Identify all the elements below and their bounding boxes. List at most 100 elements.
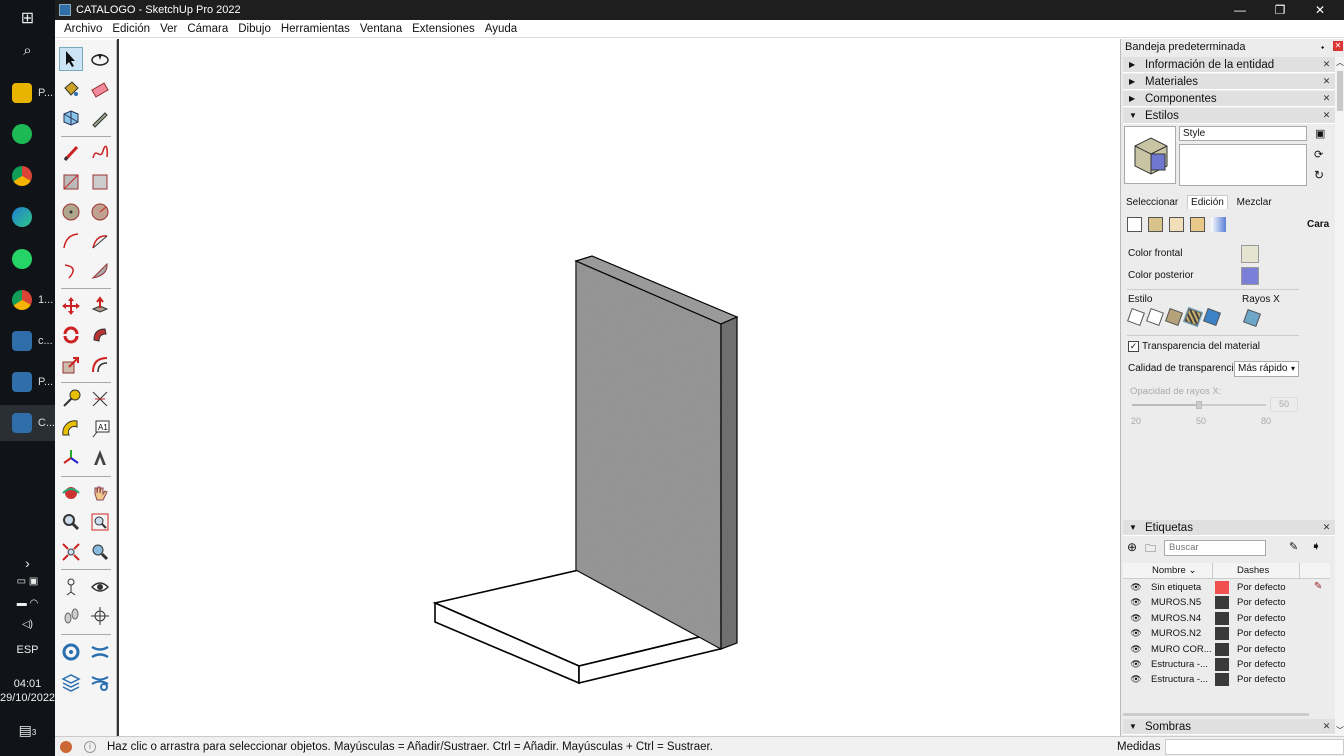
section-shadows[interactable]: ▼ Sombras ✕ (1123, 719, 1335, 735)
refresh-icon[interactable]: ↻ (1314, 168, 1324, 182)
tray-close-icon[interactable]: ✕ (1333, 41, 1343, 51)
line-tool-icon[interactable] (59, 141, 83, 165)
windows-start-icon[interactable]: ⊞ (0, 8, 55, 28)
extension-layers-icon[interactable] (59, 670, 83, 694)
eye-visibility-icon[interactable]: 👁 (1129, 613, 1143, 624)
opacity-slider-track[interactable] (1132, 401, 1266, 409)
tag-dash[interactable]: Por defecto (1237, 674, 1286, 685)
notification-icon[interactable]: ▤3 (0, 722, 55, 739)
eye-visibility-icon[interactable]: 👁 (1129, 597, 1143, 608)
tag-row[interactable]: 👁 MUROS.N4 Por defecto (1129, 611, 1329, 626)
taskbar-app-chrome-2[interactable]: 1... (0, 282, 55, 318)
shaded-textures-icon[interactable] (1182, 306, 1204, 328)
position-camera-icon[interactable] (59, 575, 83, 599)
taskbar-app-c[interactable]: c... (0, 323, 55, 359)
eye-visibility-icon[interactable]: 👁 (1129, 628, 1143, 639)
tag-tool-icon[interactable] (88, 106, 112, 130)
tag-dash[interactable]: Por defecto (1237, 613, 1286, 624)
3d-text-icon[interactable] (88, 446, 112, 470)
clock-time[interactable]: 04:01 (0, 678, 55, 690)
close-icon[interactable]: ✕ (1321, 721, 1332, 732)
style-description-field[interactable] (1179, 144, 1307, 186)
orbit-tool-icon[interactable] (88, 47, 112, 71)
quality-dropdown[interactable]: Más rápido ▾ (1234, 361, 1299, 377)
orbit-camera-icon[interactable] (59, 481, 83, 505)
menu-ventana[interactable]: Ventana (355, 23, 407, 35)
xray-toggle-icon[interactable] (1243, 309, 1261, 327)
eye-visibility-icon[interactable]: 👁 (1129, 674, 1143, 685)
add-tag-icon[interactable]: ⊕ (1127, 540, 1137, 554)
tag-row[interactable]: 👁 Estructura -... Por defecto (1129, 657, 1329, 672)
select-tool-icon[interactable] (59, 47, 83, 71)
previous-view-icon[interactable] (88, 540, 112, 564)
maximize-button[interactable]: ❐ (1260, 0, 1300, 20)
pan-hand-icon[interactable] (88, 481, 112, 505)
shaded-icon[interactable] (1165, 308, 1183, 326)
tag-color-swatch[interactable] (1215, 596, 1229, 610)
dimension-tool-icon[interactable] (88, 387, 112, 411)
pencil-icon[interactable]: ✎ (1314, 581, 1322, 592)
create-style-icon[interactable]: ▣ (1315, 127, 1325, 140)
tag-dash[interactable]: Por defecto (1237, 644, 1286, 655)
transparency-option[interactable]: ✓ Transparencia del material (1128, 341, 1260, 352)
scroll-thumb[interactable] (1337, 71, 1343, 111)
menu-ayuda[interactable]: Ayuda (480, 23, 522, 35)
freehand-tool-icon[interactable] (88, 141, 112, 165)
background-settings-icon[interactable] (1169, 217, 1184, 232)
language-indicator[interactable]: ESP (0, 644, 55, 656)
search-icon[interactable]: ⌕ (0, 42, 55, 59)
hidden-line-icon[interactable] (1146, 308, 1164, 326)
opacity-slider-thumb[interactable] (1196, 401, 1202, 409)
wireframe-icon[interactable] (1127, 308, 1145, 326)
watermark-settings-icon[interactable] (1190, 217, 1205, 232)
face-settings-icon[interactable] (1148, 217, 1163, 232)
tape-measure-icon[interactable] (59, 387, 83, 411)
eye-visibility-icon[interactable]: 👁 (1129, 582, 1143, 593)
tray-scrollbar[interactable]: ︿ ﹀ (1335, 57, 1344, 736)
minimize-button[interactable]: — (1220, 0, 1260, 20)
eraser-icon[interactable] (88, 77, 112, 101)
tag-color-swatch[interactable] (1215, 581, 1229, 594)
section-plane-icon[interactable] (88, 604, 112, 628)
geo-location-icon[interactable] (60, 740, 72, 753)
close-button[interactable]: ✕ (1300, 0, 1340, 20)
tag-dash[interactable]: Por defecto (1237, 659, 1286, 670)
arc-tool-icon[interactable] (59, 229, 83, 253)
tag-dash[interactable]: Por defecto (1237, 628, 1286, 639)
menu-dibujo[interactable]: Dibujo (233, 23, 276, 35)
front-color-swatch[interactable] (1241, 245, 1259, 263)
paint-bucket-icon[interactable] (59, 77, 83, 101)
menu-ver[interactable]: Ver (155, 23, 182, 35)
add-folder-icon[interactable]: 🗀 (1145, 540, 1156, 559)
two-point-arc-icon[interactable] (88, 229, 112, 253)
tray-icons[interactable]: ▭ ▣ (0, 576, 55, 587)
tags-horizontal-scrollbar[interactable] (1123, 713, 1309, 716)
chevron-right-icon[interactable]: › (0, 555, 55, 571)
tab-mezclar[interactable]: Mezclar (1237, 197, 1272, 208)
circle-tool-icon[interactable] (59, 200, 83, 224)
push-pull-icon[interactable] (88, 294, 112, 318)
taskbar-app-explorer[interactable]: P... (0, 75, 55, 111)
tag-row[interactable]: 👁 MURO COR... Por defecto (1129, 642, 1329, 657)
close-icon[interactable]: ✕ (1321, 76, 1332, 87)
close-icon[interactable]: ✕ (1321, 59, 1332, 70)
menu-herramientas[interactable]: Herramientas (276, 23, 355, 35)
make-component-icon[interactable] (59, 106, 83, 130)
section-components[interactable]: ▶ Componentes ✕ (1123, 91, 1335, 107)
taskbar-app-sketchup[interactable]: C... (0, 405, 55, 441)
move-tool-icon[interactable] (59, 294, 83, 318)
taskbar-app-whatsapp[interactable] (0, 241, 55, 277)
taskbar-app-chrome[interactable] (0, 158, 55, 194)
taskbar-app-spotify[interactable] (0, 116, 55, 152)
back-color-swatch[interactable] (1241, 267, 1259, 285)
menu-camara[interactable]: Cámara (182, 23, 233, 35)
tag-color-swatch[interactable] (1215, 673, 1229, 687)
axes-tool-icon[interactable] (59, 446, 83, 470)
tag-menu-icon[interactable]: ➧ (1311, 539, 1321, 553)
taskbar-app-p[interactable]: P... (0, 364, 55, 400)
pin-icon[interactable]: ⬩ (1321, 42, 1324, 53)
tag-row[interactable]: 👁 MUROS.N5 Por defecto (1129, 595, 1329, 610)
extension-gear-icon[interactable] (88, 670, 112, 694)
update-style-icon[interactable]: ⟳ (1314, 148, 1323, 161)
clock-date[interactable]: 29/10/2022 (0, 692, 55, 704)
